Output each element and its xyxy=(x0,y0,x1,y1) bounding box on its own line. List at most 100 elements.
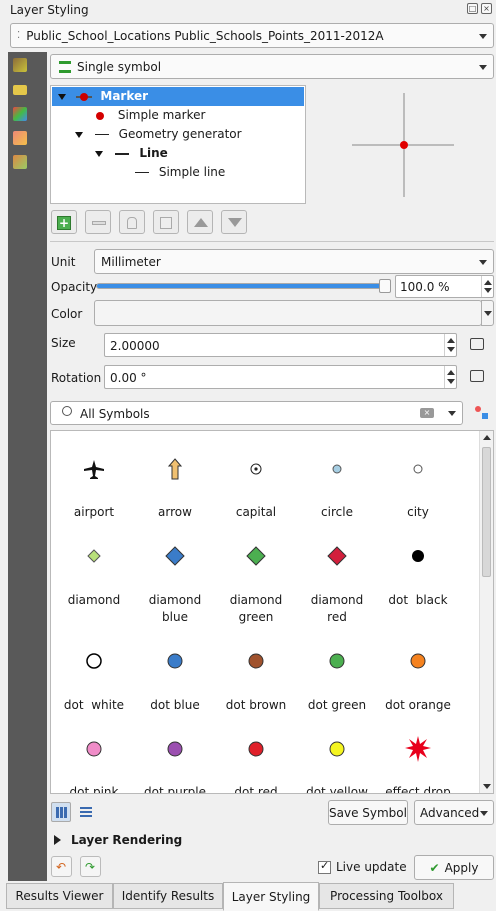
move-up-button[interactable] xyxy=(187,210,213,234)
scroll-thumb[interactable] xyxy=(482,447,491,577)
live-update-label[interactable]: Live update xyxy=(336,860,407,874)
symbol-name: dot white xyxy=(63,698,125,712)
icon-view-button[interactable] xyxy=(51,802,71,822)
spinner-arrows-icon[interactable] xyxy=(444,334,456,356)
symbol-grid[interactable]: airport arrow capital circle city diamond diam… xyxy=(50,430,494,794)
tab-results-viewer[interactable]: Results Viewer xyxy=(6,883,113,909)
tree-item-label: Line xyxy=(139,146,168,160)
labels-icon[interactable] xyxy=(13,85,27,95)
scroll-up-icon[interactable] xyxy=(483,435,491,440)
chevron-down-icon[interactable] xyxy=(448,411,456,416)
opacity-slider-handle[interactable] xyxy=(379,279,391,293)
expand-icon[interactable] xyxy=(54,835,61,845)
tree-item-geometry-generator[interactable]: Geometry generator xyxy=(75,125,242,144)
diamond-blue-icon xyxy=(135,542,215,570)
add-symbol-layer-button[interactable]: + xyxy=(51,210,77,234)
renderer-combo[interactable]: Single symbol xyxy=(50,54,494,79)
chevron-down-icon xyxy=(479,259,487,265)
symbol-name: dot yellow xyxy=(306,785,368,794)
tree-item-label: Simple marker xyxy=(117,108,206,122)
tree-item-marker[interactable]: Marker xyxy=(52,87,304,106)
float-icon[interactable]: □ xyxy=(467,3,478,14)
symbol-name: dot green xyxy=(307,698,367,712)
spinner-arrows-icon[interactable] xyxy=(481,276,493,297)
rotation-spinbox[interactable]: 0.00 ° xyxy=(104,365,457,389)
symbol-name: city xyxy=(407,505,429,519)
tree-item-simple-line[interactable]: Simple line xyxy=(135,163,225,182)
rotation-value: 0.00 ° xyxy=(110,371,147,385)
symbol-name: dot orange xyxy=(385,698,451,712)
save-symbol-button[interactable]: Save Symbol xyxy=(328,800,408,825)
rotation-data-defined-button[interactable] xyxy=(466,366,492,388)
symbol-layer-tree[interactable]: Marker Simple marker Geometry generator … xyxy=(50,85,306,204)
diamond-red-icon xyxy=(297,542,377,570)
dot-black-icon xyxy=(378,542,458,570)
tab-identify-results[interactable]: Identify Results xyxy=(113,883,223,909)
layer-rendering-label[interactable]: Layer Rendering xyxy=(71,833,182,847)
scroll-down-icon[interactable] xyxy=(483,784,491,789)
color-button[interactable] xyxy=(94,300,482,326)
expand-icon[interactable] xyxy=(95,150,103,157)
remove-symbol-layer-button[interactable] xyxy=(85,210,111,234)
move-down-button[interactable] xyxy=(221,210,247,234)
dot-blue-icon xyxy=(135,647,215,675)
advanced-button[interactable]: Advanced xyxy=(414,800,494,825)
data-defined-override-icon xyxy=(470,370,484,382)
dot-red-icon xyxy=(216,735,296,763)
list-view-button[interactable] xyxy=(76,802,96,822)
tree-item-simple-marker[interactable]: Simple marker xyxy=(96,106,205,125)
minus-icon xyxy=(92,221,106,225)
tree-item-line[interactable]: Line xyxy=(95,144,168,163)
live-update-checkbox[interactable]: ✓ xyxy=(318,859,331,874)
symbol-search-input[interactable]: All Symbols × xyxy=(50,401,463,425)
color-label: Color xyxy=(51,307,83,321)
lock-button[interactable] xyxy=(119,210,145,234)
redo-button[interactable]: ↷ xyxy=(80,856,101,877)
symbol-preview xyxy=(352,93,454,197)
layer-combo[interactable]: ⁚ Public_School_Locations Public_Schools… xyxy=(10,23,494,48)
line-symbol-icon xyxy=(115,152,130,155)
opacity-slider[interactable] xyxy=(96,279,391,293)
renderer-combo-value: Single symbol xyxy=(77,59,162,74)
scrollbar[interactable] xyxy=(479,431,493,793)
symbol-name: dot brown xyxy=(225,698,287,712)
spinner-arrows-icon[interactable] xyxy=(444,366,456,388)
duplicate-button[interactable] xyxy=(153,210,179,234)
expand-icon[interactable] xyxy=(75,131,83,138)
symbol-name: dot blue xyxy=(150,698,200,712)
size-spinbox[interactable]: 2.00000 xyxy=(104,333,457,357)
window-controls: □ × xyxy=(467,3,492,14)
opacity-spinbox[interactable]: 100.0 % xyxy=(395,275,494,298)
size-value: 2.00000 xyxy=(110,339,160,353)
duplicate-icon xyxy=(160,217,172,229)
size-data-defined-button[interactable] xyxy=(466,334,492,356)
clear-icon[interactable]: × xyxy=(420,408,434,418)
style-manager-icon xyxy=(475,406,481,412)
checkmark-icon: ✓ xyxy=(320,859,330,872)
size-label: Size xyxy=(51,336,76,350)
panel-title: Layer Styling xyxy=(10,3,89,17)
tab-layer-styling[interactable]: Layer Styling xyxy=(223,882,319,911)
symbol-name: capital xyxy=(235,505,277,519)
unit-combo[interactable]: Millimeter xyxy=(94,249,494,274)
symbol-name: dot pink xyxy=(69,785,119,794)
expand-icon[interactable] xyxy=(58,93,66,100)
dot-purple-icon xyxy=(135,735,215,763)
style-manager-button[interactable] xyxy=(472,403,492,423)
arrow-up-icon xyxy=(135,455,215,483)
symbol-name: diamond xyxy=(67,593,121,607)
point-layer-icon: ⁚ xyxy=(17,30,21,41)
tab-processing-toolbox[interactable]: Processing Toolbox xyxy=(319,883,454,909)
apply-label: Apply xyxy=(444,860,479,875)
mask-icon[interactable] xyxy=(13,131,27,145)
3d-view-icon[interactable] xyxy=(13,107,27,121)
close-icon[interactable]: × xyxy=(481,3,492,14)
redo-icon: ↷ xyxy=(85,860,96,874)
history-icon[interactable] xyxy=(13,155,27,169)
color-menu-button[interactable] xyxy=(481,300,494,326)
dot-pink-icon xyxy=(54,735,134,763)
undo-button[interactable]: ↶ xyxy=(51,856,72,877)
symbology-icon[interactable] xyxy=(13,58,27,72)
apply-button[interactable]: ✔ Apply xyxy=(414,855,494,880)
city-icon xyxy=(378,455,458,483)
